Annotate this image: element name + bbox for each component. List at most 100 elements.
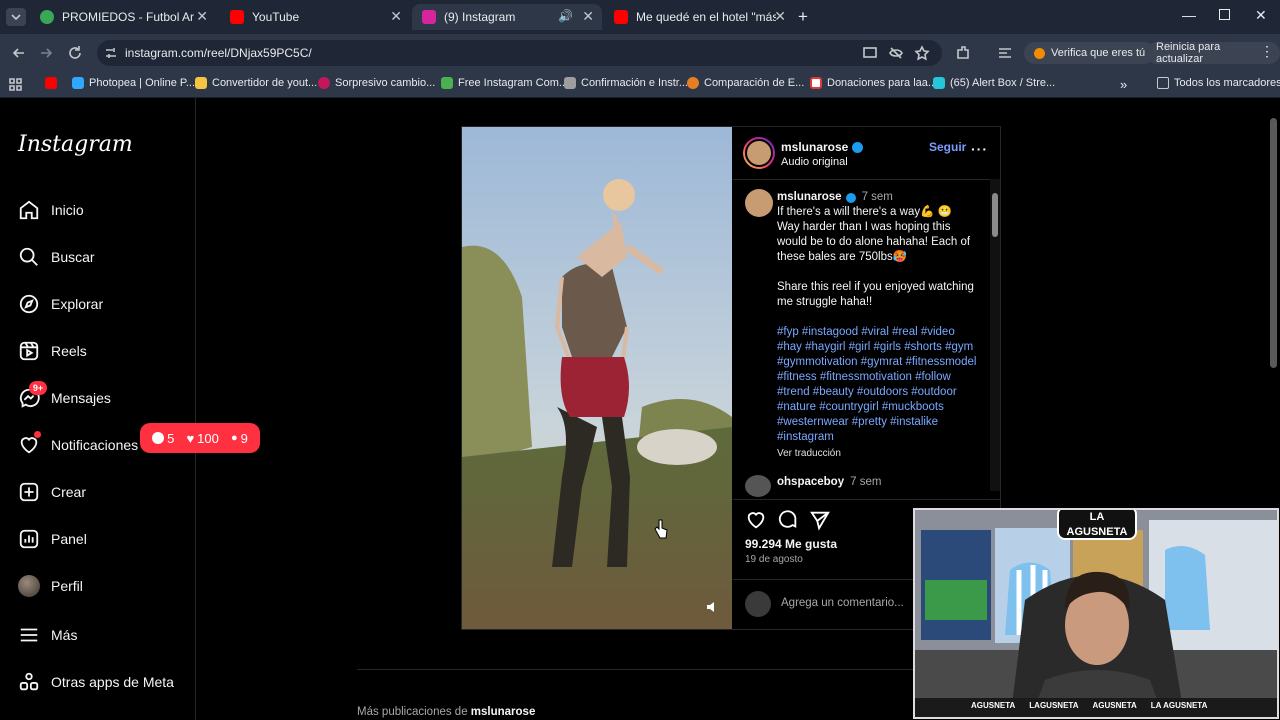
caption-username[interactable]: mslunarose: [777, 190, 842, 205]
tab-youtube[interactable]: YouTube ✕: [220, 4, 410, 30]
webcam-frame: [915, 510, 1277, 717]
comment-username[interactable]: ohspaceboy: [777, 476, 844, 488]
menu-icon[interactable]: ⋮: [1260, 43, 1274, 60]
install-app-icon[interactable]: [862, 45, 878, 61]
reel-video-frame: [462, 127, 732, 629]
nav-meta-apps[interactable]: Otras apps de Meta: [18, 671, 174, 693]
alertbox-icon: [933, 77, 945, 89]
audio-label[interactable]: Audio original: [781, 156, 848, 168]
nav-search[interactable]: Buscar: [18, 246, 95, 268]
nav-label: Inicio: [51, 202, 84, 218]
nav-dashboard[interactable]: Panel: [18, 528, 87, 550]
author-avatar[interactable]: [743, 137, 775, 169]
comment-icon[interactable]: [777, 509, 799, 531]
nav-label: Perfil: [51, 578, 83, 594]
close-window-button[interactable]: ✕: [1255, 7, 1267, 24]
nav-label: Más: [51, 627, 78, 643]
close-icon[interactable]: ✕: [390, 8, 402, 25]
bookmark-item[interactable]: Confirmación e Instr...: [564, 77, 688, 89]
back-icon[interactable]: [10, 44, 28, 62]
forward-icon[interactable]: [37, 44, 55, 62]
nav-label: Buscar: [51, 249, 95, 265]
bookmark-item[interactable]: Photopea | Online P...: [72, 77, 195, 89]
nav-more[interactable]: Más: [18, 624, 77, 646]
bookmark-item[interactable]: Sorpresivo cambio...: [318, 77, 435, 89]
close-icon[interactable]: ✕: [774, 8, 786, 25]
verify-label: Verifica que eres tú: [1051, 47, 1146, 59]
caption-time: 7 sem: [861, 191, 893, 203]
all-bookmarks-folder[interactable]: Todos los marcadores: [1157, 77, 1280, 89]
volume-icon[interactable]: [704, 599, 720, 615]
site-info-icon[interactable]: [103, 45, 119, 61]
bookmark-youtube[interactable]: [45, 77, 62, 89]
eye-off-icon[interactable]: [888, 45, 904, 61]
minimize-button[interactable]: —: [1182, 7, 1196, 23]
tab-promiedos[interactable]: PROMIEDOS - Futbol Argentino ✕: [30, 4, 216, 30]
apps-grid-icon[interactable]: [8, 77, 24, 93]
avatar[interactable]: [745, 189, 773, 217]
youtube-handle: LA AGUSNETA: [1150, 701, 1208, 710]
nav-reels[interactable]: Reels: [18, 340, 87, 362]
verify-button[interactable]: Verifica que eres tú: [1024, 42, 1156, 64]
author-username[interactable]: mslunarose: [781, 140, 864, 154]
post-date: 19 de agosto: [745, 554, 803, 565]
close-icon[interactable]: ✕: [196, 8, 208, 25]
tab-title: (9) Instagram: [444, 10, 516, 24]
comment-input[interactable]: Agrega un comentario...: [781, 597, 904, 609]
tab-search-button[interactable]: [6, 8, 26, 26]
instagram-icon: [422, 10, 436, 24]
meta-apps-icon: [19, 672, 39, 691]
caption-scrollbar[interactable]: [990, 179, 1000, 491]
tab-youtube-video[interactable]: Me quedé en el hotel "más lujo ✕: [604, 4, 794, 30]
folder-icon: [1157, 77, 1169, 89]
close-icon[interactable]: ✕: [582, 8, 594, 25]
notifications-tooltip[interactable]: 5 ♥ 100 ● 9: [140, 423, 260, 453]
bookmark-item[interactable]: Donaciones para laa...: [810, 77, 937, 89]
avatar[interactable]: [745, 475, 771, 497]
more-bookmarks-icon[interactable]: »: [1120, 77, 1127, 92]
notification-dot: [34, 431, 41, 438]
address-bar[interactable]: instagram.com/reel/DNjax59PC5C/: [97, 40, 942, 66]
follow-button[interactable]: Seguir: [929, 140, 966, 154]
follow-count: ● 9: [231, 431, 248, 446]
new-tab-button[interactable]: +: [798, 7, 808, 27]
extensions-icon[interactable]: [954, 44, 972, 62]
hashtags[interactable]: #fyp #instagood #viral #real #video #hay…: [777, 325, 977, 445]
instagram-logo[interactable]: Instagram: [18, 132, 133, 157]
bookmark-label: Sorpresivo cambio...: [335, 77, 436, 89]
more-posts-username[interactable]: mslunarose: [471, 706, 536, 718]
maximize-button[interactable]: [1219, 9, 1230, 20]
chevron-down-icon: [11, 14, 21, 21]
page-scrollbar[interactable]: [1270, 118, 1277, 368]
nav-create[interactable]: Crear: [18, 481, 86, 503]
emoji-icon[interactable]: [745, 591, 771, 617]
speaker-icon[interactable]: 🔊: [558, 9, 573, 23]
nav-label: Crear: [51, 484, 87, 500]
reading-list-icon[interactable]: [996, 44, 1014, 62]
reload-icon[interactable]: [66, 44, 84, 62]
kick-handle: AGUSNETA: [1092, 701, 1137, 710]
see-translation-link[interactable]: Ver traducción: [777, 446, 977, 461]
scrollbar-thumb[interactable]: [992, 193, 998, 237]
share-icon[interactable]: [809, 509, 831, 531]
star-icon[interactable]: [914, 45, 930, 61]
bookmark-item[interactable]: Convertidor de yout...: [195, 77, 317, 89]
nav-profile[interactable]: Perfil: [18, 575, 83, 597]
bookmark-label: Todos los marcadores: [1174, 77, 1280, 89]
bookmark-item[interactable]: (65) Alert Box / Stre...: [933, 77, 1055, 89]
bookmarks-bar: Photopea | Online P... Convertidor de yo…: [0, 72, 1280, 98]
comparison-icon: [687, 77, 699, 89]
compass-icon: [19, 294, 39, 314]
caption-text: If there's a will there's a way💪 😬 Way h…: [777, 206, 971, 263]
like-heart-icon[interactable]: [745, 509, 767, 531]
reel-video[interactable]: [462, 127, 732, 629]
like-count[interactable]: 99.294 Me gusta: [745, 537, 837, 551]
more-options-icon[interactable]: ···: [971, 141, 988, 157]
bookmark-item[interactable]: Free Instagram Com...: [441, 77, 568, 89]
nav-home[interactable]: Inicio: [18, 199, 84, 221]
tab-instagram[interactable]: (9) Instagram 🔊 ✕: [412, 4, 602, 30]
bookmark-item[interactable]: Comparación de E...: [687, 77, 804, 89]
hand-cursor-icon: [654, 519, 668, 539]
nav-explore[interactable]: Explorar: [18, 293, 103, 315]
person-icon: ●: [231, 432, 238, 444]
